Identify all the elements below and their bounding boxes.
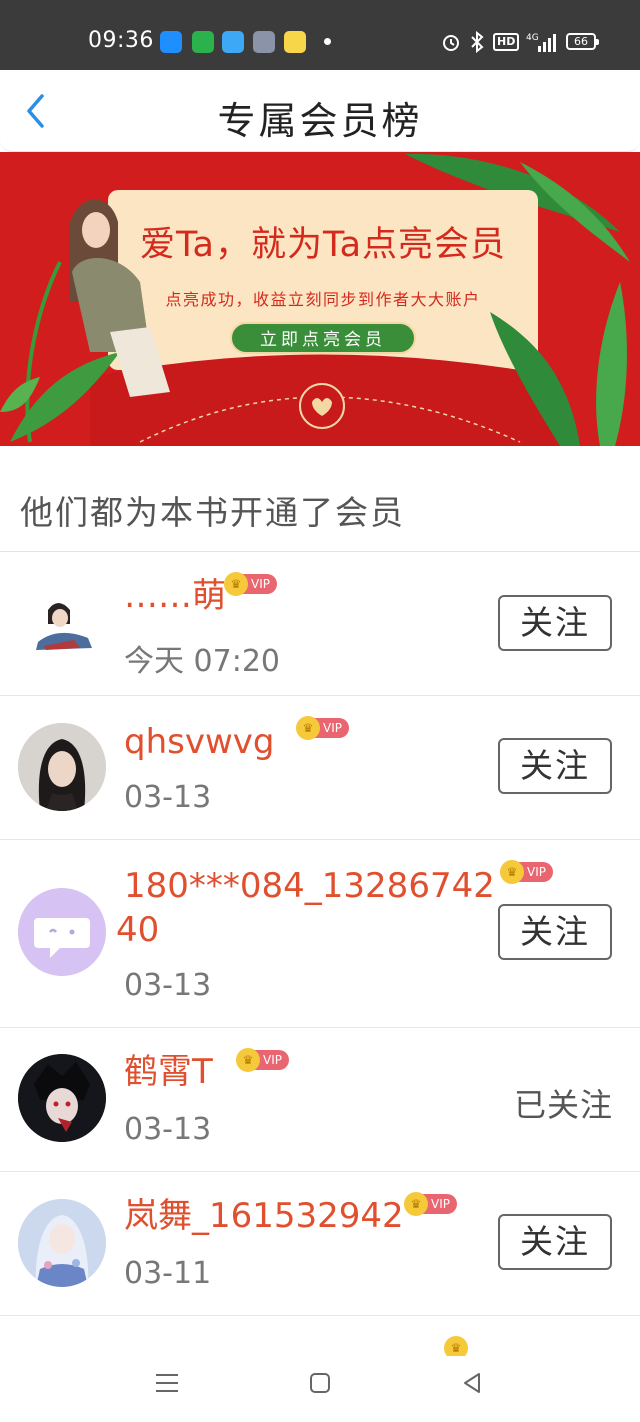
crown-icon: ♛ [236, 1048, 260, 1072]
crown-icon: ♛ [500, 860, 524, 884]
page-title: 专属会员榜 [217, 99, 423, 143]
app-notification-icon [160, 31, 182, 53]
member-date: 03-11 [124, 1256, 212, 1291]
avatar[interactable] [18, 723, 106, 811]
vip-badge: ♛ VIP [296, 716, 349, 740]
avatar[interactable] [18, 1054, 106, 1142]
status-bar: 09:36 HD 4G 66 [0, 0, 640, 70]
hd-badge: HD [493, 30, 520, 54]
member-date: 03-13 [124, 1112, 212, 1147]
crown-icon: ♛ [224, 572, 248, 596]
vip-badge: ♛ [444, 1336, 468, 1356]
member-name[interactable]: ……萌 [124, 574, 226, 618]
app-notification-icon [192, 31, 214, 53]
vip-badge: ♛ VIP [404, 1192, 457, 1216]
member-name[interactable]: 180***084_13286742 [124, 864, 495, 908]
follow-button[interactable]: 关注 [498, 1214, 612, 1270]
member-row[interactable]: 岚舞_161532942 ♛ VIP 03-11 关注 [0, 1172, 640, 1316]
avatar[interactable] [18, 888, 106, 976]
crown-icon: ♛ [444, 1336, 468, 1356]
back-button[interactable] [14, 90, 56, 132]
nav-header: 专属会员榜 [0, 70, 640, 152]
member-name-continued[interactable]: 40 [116, 908, 159, 952]
back-triangle-icon [464, 1373, 480, 1393]
battery-icon: 66 [566, 33, 599, 50]
followed-status[interactable]: 已关注 [514, 1080, 613, 1126]
section-title: 他们都为本书开通了会员 [20, 493, 405, 532]
member-name[interactable]: qhsvwvg [124, 720, 274, 764]
signal-icon: 4G [526, 30, 558, 54]
avatar[interactable] [18, 1199, 106, 1287]
menu-nav-button[interactable] [150, 1368, 184, 1398]
system-navigation-bar [0, 1342, 640, 1422]
crown-icon: ♛ [296, 716, 320, 740]
member-row[interactable]: 鹤霄T ♛ VIP 03-13 已关注 [0, 1028, 640, 1172]
bluetooth-icon [470, 30, 484, 54]
light-up-membership-button[interactable]: 立即点亮会员 [230, 322, 416, 354]
member-date: 今天 07:20 [124, 644, 280, 679]
follow-button[interactable]: 关注 [498, 595, 612, 651]
banner-headline: 爱Ta，就为Ta点亮会员 [139, 225, 507, 265]
menu-icon [156, 1374, 178, 1392]
app-notification-icon [284, 31, 306, 53]
member-name[interactable]: 鹤霄T [124, 1050, 213, 1094]
member-name[interactable]: 岚舞_161532942 [124, 1194, 404, 1238]
member-row[interactable]: 180***084_13286742 40 ♛ VIP 03-13 关注 [0, 840, 640, 1028]
back-nav-button[interactable] [455, 1368, 489, 1398]
vip-badge: ♛ VIP [236, 1048, 289, 1072]
more-notifications-dot [324, 38, 331, 45]
banner-subline: 点亮成功，收益立刻同步到作者大大账户 [165, 290, 481, 309]
crown-icon: ♛ [404, 1192, 428, 1216]
vip-badge: ♛ VIP [224, 572, 277, 596]
promo-banner[interactable]: 爱Ta，就为Ta点亮会员 点亮成功，收益立刻同步到作者大大账户 立即点亮会员 [0, 152, 640, 446]
avatar[interactable] [18, 580, 106, 668]
vip-badge: ♛ VIP [500, 860, 553, 884]
follow-button[interactable]: 关注 [498, 738, 612, 794]
member-row[interactable]: qhsvwvg ♛ VIP 03-13 关注 [0, 696, 640, 840]
member-date: 03-13 [124, 780, 212, 815]
home-nav-button[interactable] [303, 1368, 337, 1398]
status-time: 09:36 [88, 28, 154, 53]
home-square-icon [310, 1373, 330, 1393]
alarm-icon [441, 30, 461, 54]
network-type-label: 4G [526, 33, 539, 43]
member-row[interactable]: ……萌 ♛ VIP 今天 07:20 关注 [0, 552, 640, 696]
chevron-left-icon [27, 94, 44, 128]
member-date: 03-13 [124, 968, 212, 1003]
telegram-icon [222, 31, 244, 53]
settings-icon [253, 31, 275, 53]
follow-button[interactable]: 关注 [498, 904, 612, 960]
